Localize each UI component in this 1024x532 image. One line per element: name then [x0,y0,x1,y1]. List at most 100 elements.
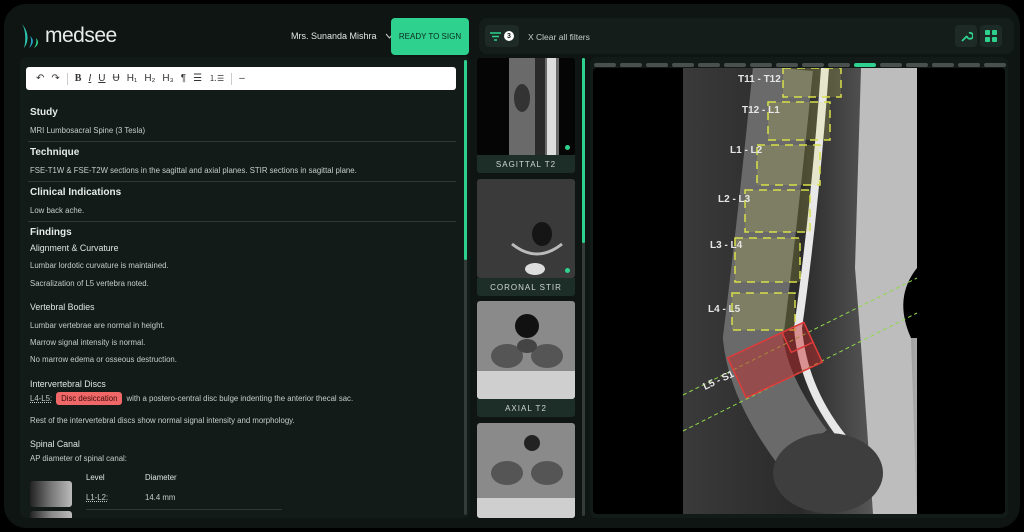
marked-dot [565,145,570,150]
slice-indicator[interactable] [646,63,668,67]
series-label[interactable]: CORONAL STIR [477,278,575,296]
mri-image: T11 - T12 T12 - L1 L1 - L2 L2 - L3 L3 - L4 L4… [682,68,918,514]
italic-button[interactable]: I [88,73,91,84]
slice-navigator[interactable] [594,63,1006,67]
toolbar-divider [66,72,68,85]
level-label: L1 - L2 [730,145,763,156]
paragraph-button[interactable]: ¶ [181,73,186,84]
column-diameter: Diameter [145,473,177,482]
filter-count-badge: 3 [504,31,514,41]
filter-button[interactable]: 3 [485,25,519,47]
coronal-thumbnail-image [477,179,575,278]
divider [28,221,456,222]
horizontal-rule-button[interactable]: – [239,73,245,84]
vertebra-annotation-box[interactable] [731,292,796,331]
series-label[interactable]: AXIAL T2 [477,399,575,417]
ready-to-sign-button[interactable]: READY TO SIGN [391,18,469,55]
mri-viewport[interactable]: T11 - T12 T12 - L1 L1 - L2 L2 - L3 L3 - L4 L4… [593,68,1005,514]
marked-dot [565,268,570,273]
section-heading-findings: Findings [30,227,72,238]
finding-line[interactable]: Lumbar vertebrae are normal in height. [30,321,165,330]
finding-line[interactable]: Lumbar lordotic curvature is maintained. [30,261,169,270]
divider [86,509,282,510]
level-label: L3 - L4 [710,240,743,251]
vertebra-annotation-box[interactable] [744,189,811,233]
divider [28,181,456,182]
slice-indicator[interactable] [984,63,1006,67]
axial-thumbnail-image [477,301,575,399]
slice-indicator[interactable] [932,63,954,67]
study-text[interactable]: MRI Lumbosacral Spine (3 Tesla) [30,126,145,135]
slice-indicator[interactable] [620,63,642,67]
logo[interactable]: medsee [20,22,117,50]
slice-indicator[interactable] [750,63,772,67]
subheading-alignment: Alignment & Curvature [30,243,119,253]
slice-indicator[interactable] [776,63,798,67]
series-thumbnail-axial[interactable] [477,301,575,399]
heading2-button[interactable]: H₂ [144,73,155,84]
slice-indicator[interactable] [594,63,616,67]
level-label: L2 - L3 [718,194,751,205]
level-label: T12 - L1 [742,105,780,116]
series-thumbnail-coronal[interactable] [477,179,575,278]
app-window: medsee Mrs. Sunanda Mishra READY TO SIGN… [4,4,1020,528]
disc-finding-text: with a postero-central disc bulge indent… [126,394,354,403]
subheading-vertebral: Vertebral Bodies [30,302,95,312]
finding-line[interactable]: Sacralization of L5 vertebra noted. [30,279,149,288]
slice-indicator[interactable] [906,63,928,67]
canal-thumbnail[interactable] [30,511,72,518]
vertebra-annotation-box[interactable] [734,237,801,283]
level-label: L4 - L5 [708,304,741,315]
column-level: Level [86,473,105,482]
wrench-icon [960,31,973,42]
canal-text[interactable]: AP diameter of spinal canal: [30,454,127,463]
series-thumbnail-sagittal[interactable] [477,58,575,155]
canal-thumbnail[interactable] [30,481,72,507]
slice-indicator[interactable] [828,63,850,67]
filter-icon [490,31,501,41]
clear-filters-link[interactable]: X Clear all filters [528,32,590,42]
user-dropdown[interactable]: Mrs. Sunanda Mishra [291,31,394,41]
tools-button[interactable] [955,25,977,47]
slice-indicator[interactable] [724,63,746,67]
undo-button[interactable]: ↶ [36,73,44,84]
heading3-button[interactable]: H₃ [162,73,173,84]
section-heading-study: Study [30,107,58,118]
bold-button[interactable]: B [75,73,82,84]
row-diameter: 14.4 mm [145,493,176,502]
numbered-list-button[interactable]: ⒈☰ [209,73,224,84]
divider [28,141,456,142]
slice-indicator[interactable] [672,63,694,67]
underline-button[interactable]: U [98,73,105,84]
finding-line[interactable]: Marrow signal intensity is normal. [30,338,145,347]
bullet-list-button[interactable]: ☰ [193,73,202,84]
finding-line[interactable]: Rest of the intervertebral discs show no… [30,416,295,425]
redo-button[interactable]: ↷ [51,73,59,84]
report-editor[interactable]: ↶ ↷ B I U Ʉ H₁ H₂ H₃ ¶ ☰ ⒈☰ – Study MRI … [20,57,470,518]
strikethrough-button[interactable]: Ʉ [112,73,119,84]
layout-grid-button[interactable] [980,25,1002,47]
disc-finding-line[interactable]: L4-L5: Disc desiccation with a postero-c… [30,392,353,405]
vertebra-annotation-box[interactable] [782,68,842,98]
slice-indicator[interactable] [854,63,876,67]
vertebra-annotation-box[interactable] [756,144,821,186]
slice-indicator[interactable] [802,63,824,67]
series-label[interactable]: SAGITTAL T2 [477,155,575,173]
sagittal-thumbnail-image [509,58,559,155]
pelvis [773,433,883,513]
finding-line[interactable]: No marrow edema or osseous destruction. [30,355,177,364]
report-scrollbar-thumb[interactable] [464,60,467,260]
level-label: T11 - T12 [738,74,781,85]
level-link[interactable]: L4-L5: [30,394,52,403]
series-scrollbar-thumb[interactable] [582,58,585,243]
user-name: Mrs. Sunanda Mishra [291,31,377,41]
slice-indicator[interactable] [880,63,902,67]
row-level[interactable]: L1-L2: [86,493,108,502]
slice-indicator[interactable] [698,63,720,67]
clinical-text[interactable]: Low back ache. [30,206,84,215]
finding-tag[interactable]: Disc desiccation [56,392,123,405]
technique-text[interactable]: FSE-T1W & FSE-T2W sections in the sagitt… [30,166,357,175]
heading1-button[interactable]: H₁ [127,73,138,84]
series-thumbnail-axial-2[interactable] [477,423,575,518]
slice-indicator[interactable] [958,63,980,67]
